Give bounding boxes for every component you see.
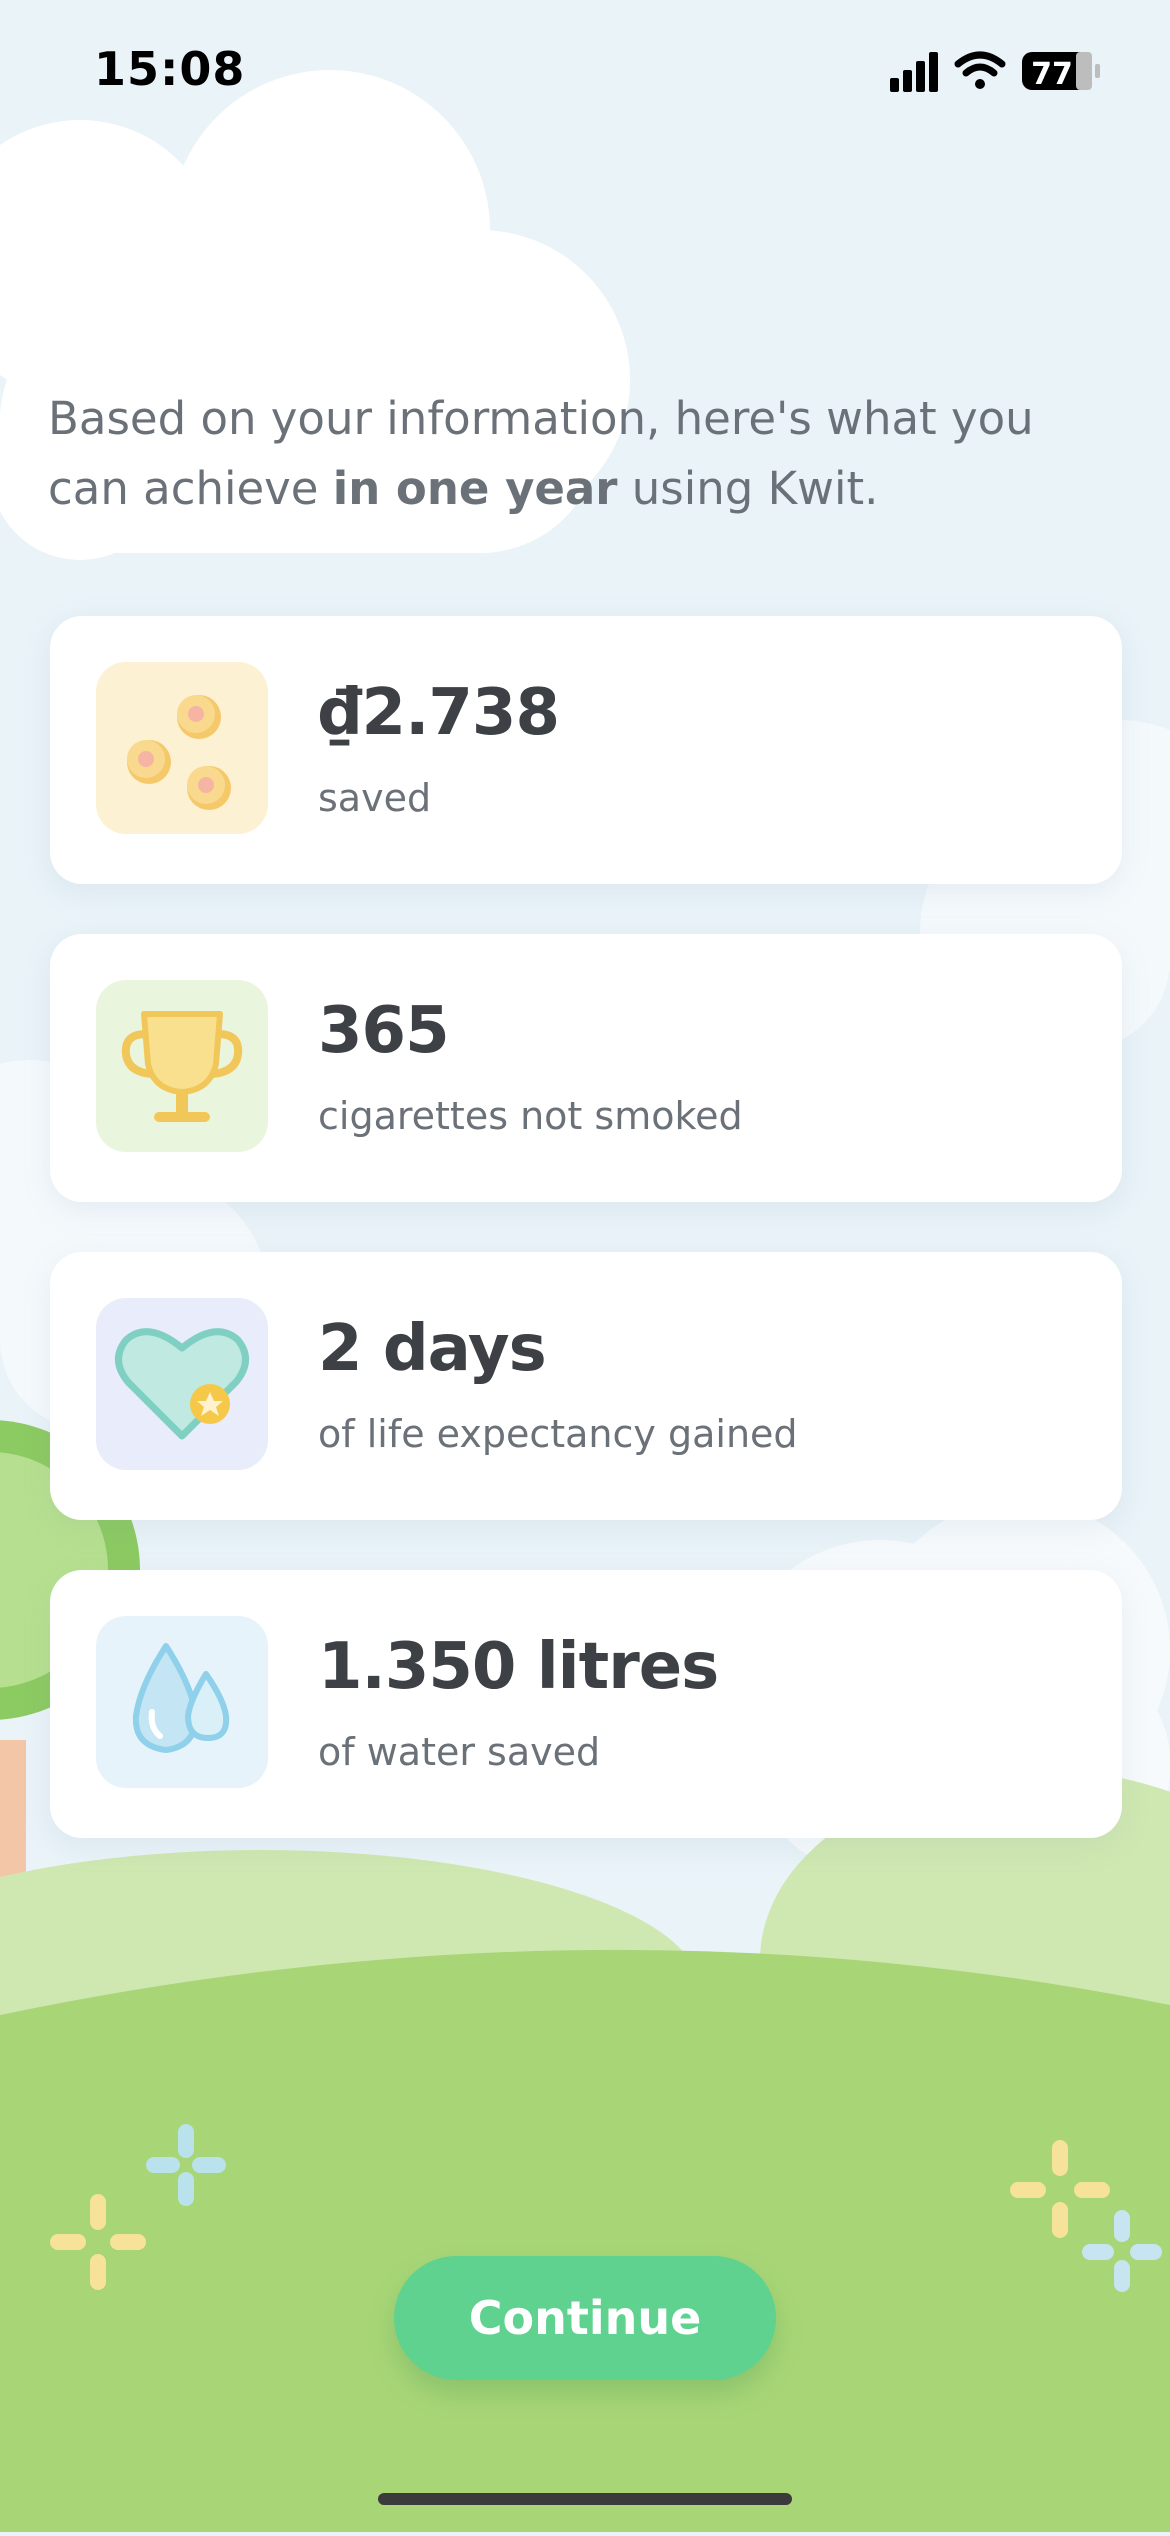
intro-text-after: using Kwit. [617, 462, 879, 515]
home-indicator[interactable] [378, 2493, 792, 2505]
wifi-icon [954, 51, 1006, 89]
heart-icon-tile [96, 1298, 268, 1470]
money-saved-value: ₫2.738 [318, 676, 560, 750]
water-drops-icon [132, 1643, 230, 1753]
stat-card-money: ₫2.738 saved [50, 616, 1122, 884]
life-expectancy-label: of life expectancy gained [318, 1412, 798, 1456]
life-expectancy-value: 2 days [318, 1312, 547, 1386]
stat-card-life-expectancy: 2 days of life expectancy gained [50, 1252, 1122, 1520]
heart-icon [115, 1328, 249, 1440]
battery-level: 77 [1031, 57, 1073, 92]
status-bar: 15:08 77 [0, 0, 1170, 150]
cellular-signal-icon [890, 52, 938, 92]
trophy-icon-tile [96, 980, 268, 1152]
water-saved-value: 1.350 litres [318, 1630, 719, 1704]
water-saved-label: of water saved [318, 1730, 601, 1774]
money-saved-label: saved [318, 776, 432, 820]
battery-icon: 77 [1022, 52, 1100, 92]
cigarettes-value: 365 [318, 994, 450, 1068]
stat-card-cigarettes: 365 cigarettes not smoked [50, 934, 1122, 1202]
stat-card-water: 1.350 litres of water saved [50, 1570, 1122, 1838]
status-icons: 77 [890, 51, 1100, 92]
trophy-icon [121, 1011, 243, 1122]
water-drops-icon-tile [96, 1616, 268, 1788]
intro-text: Based on your information, here's what y… [48, 384, 1128, 524]
intro-text-bold: in one year [332, 462, 618, 515]
status-time: 15:08 [94, 42, 246, 96]
coins-icon [127, 695, 231, 810]
cigarettes-label: cigarettes not smoked [318, 1094, 743, 1138]
coins-icon-tile [96, 662, 268, 834]
continue-button[interactable]: Continue [394, 2256, 776, 2380]
